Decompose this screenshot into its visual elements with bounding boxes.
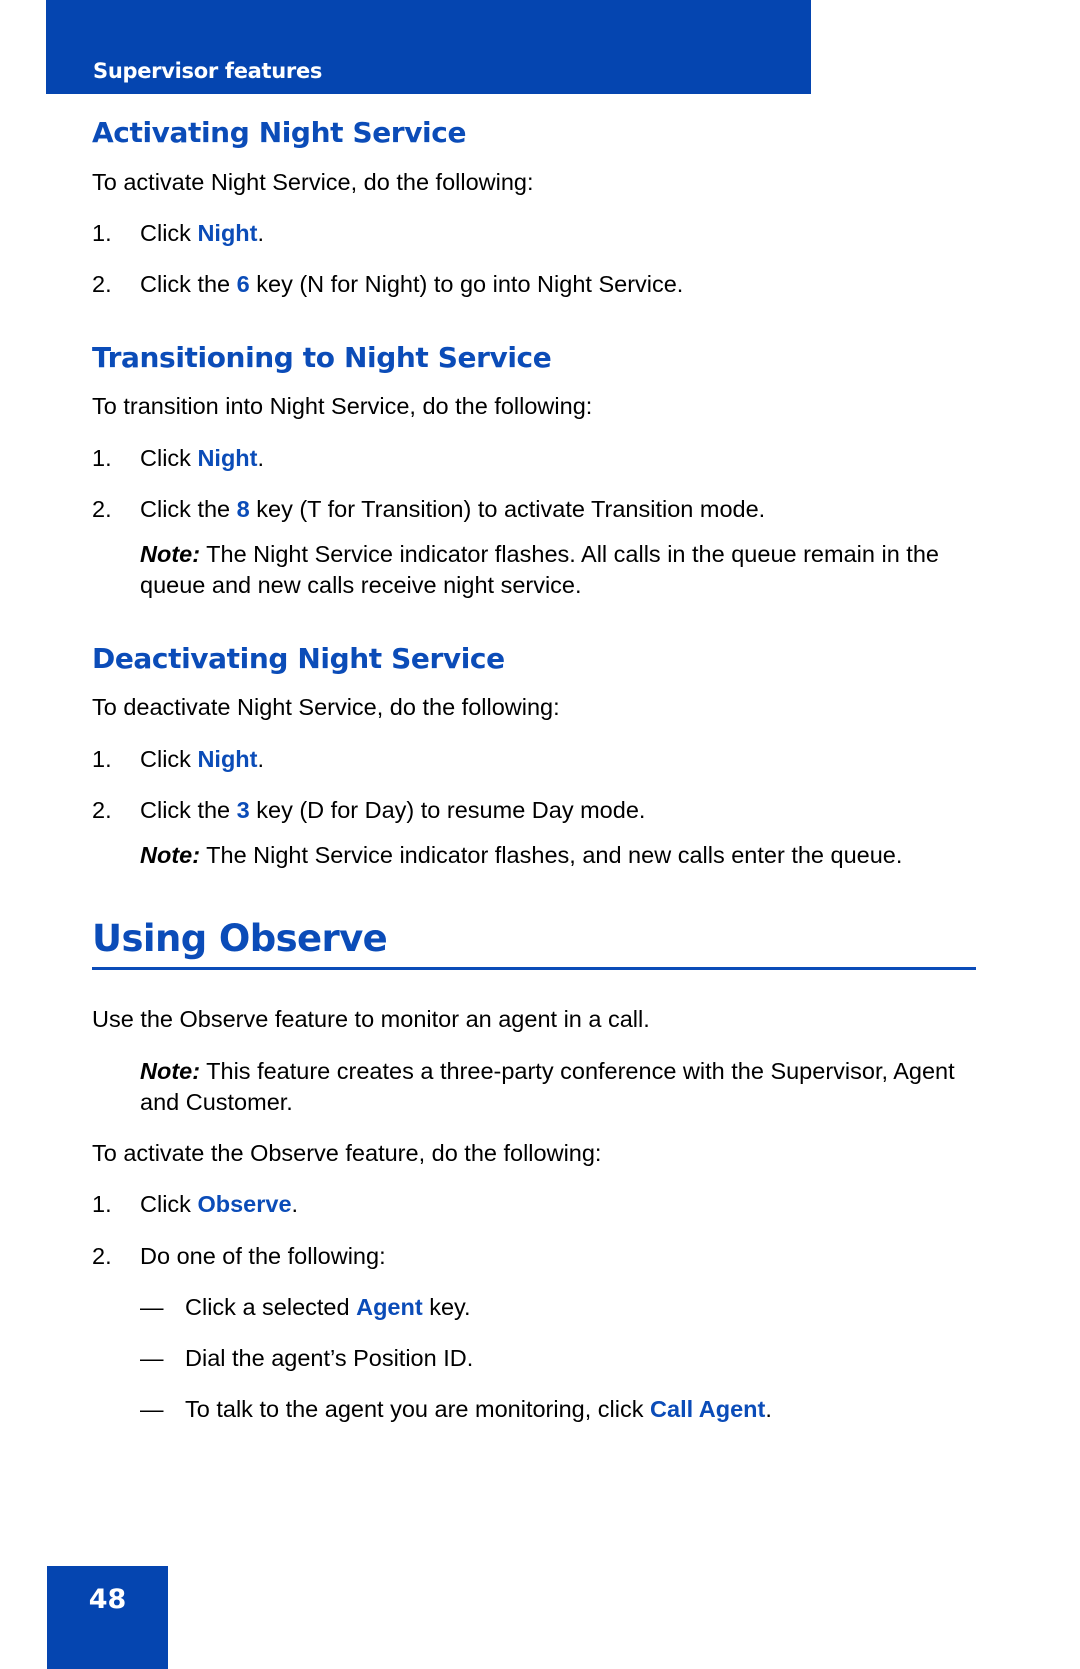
step-text-post: key (N for Night) to go into Night Servi…: [249, 271, 684, 298]
note-label: Note:: [140, 1057, 201, 1084]
list-item: 1. Click Night.: [92, 218, 976, 249]
step-text-pre: Click: [140, 444, 198, 471]
list-item: — To talk to the agent you are monitorin…: [140, 1394, 976, 1425]
step-number: 1.: [92, 1191, 112, 1218]
step-keyword: 3: [236, 796, 250, 823]
running-header-bar: Supervisor features: [46, 0, 811, 94]
step-text-pre: Click: [140, 220, 198, 247]
step-text-post: .: [257, 444, 265, 471]
bullet-keyword: Call Agent: [650, 1396, 766, 1423]
step-text-post: .: [291, 1191, 299, 1218]
step-text-pre: Click: [140, 745, 198, 772]
section-heading-transitioning-to-night-service: Transitioning to Night Service: [92, 340, 552, 374]
step-text: Click Observe.: [140, 1189, 976, 1220]
step-keyword: 6: [236, 271, 250, 298]
bullet-text-pre: To talk to the agent you are monitoring,…: [185, 1396, 651, 1423]
step-keyword: Night: [197, 745, 258, 772]
step-text-pre: Click the: [140, 796, 237, 823]
em-dash-bullet-icon: —: [140, 1396, 164, 1423]
section-heading-deactivating-night-service: Deactivating Night Service: [92, 641, 505, 675]
em-dash-bullet-icon: —: [140, 1293, 164, 1320]
chapter-heading-using-observe: Using Observe: [92, 917, 388, 961]
step-number: 1.: [92, 745, 112, 772]
bullet-text-post: .: [765, 1396, 772, 1423]
step-number: 1.: [92, 444, 112, 471]
note-block: Note: This feature creates a three-party…: [140, 1056, 976, 1119]
page-number-block: 48: [47, 1566, 168, 1669]
note-text: This feature creates a three-party confe…: [140, 1057, 955, 1115]
note-text: The Night Service indicator flashes. All…: [140, 541, 939, 599]
step-text: Do one of the following:: [140, 1241, 976, 1272]
step-text: Click Night.: [140, 218, 976, 249]
page-content: Activating Night Service To activate Nig…: [92, 116, 976, 1426]
bullet-text-pre: Click a selected: [185, 1293, 357, 1320]
note-block: Note: The Night Service indicator flashe…: [140, 840, 976, 871]
step-number: 1.: [92, 220, 112, 247]
step-text: Click the 6 key (N for Night) to go into…: [140, 269, 976, 300]
bullet-text: Dial the agent’s Position ID.: [185, 1343, 976, 1374]
list-item: 1. Click Observe.: [92, 1189, 976, 1220]
list-item: 2. Do one of the following:: [92, 1241, 976, 1272]
bullet-keyword: Agent: [356, 1293, 423, 1320]
step-text-post: key (T for Transition) to activate Trans…: [249, 495, 766, 522]
running-header-title: Supervisor features: [93, 59, 323, 83]
section-intro-activating: To activate Night Service, do the follow…: [92, 168, 534, 195]
list-item: 2. Click the 3 key (D for Day) to resume…: [92, 795, 976, 826]
step-text-pre: Click: [140, 1191, 198, 1218]
list-item: 2. Click the 8 key (T for Transition) to…: [92, 494, 976, 525]
bullet-text: To talk to the agent you are monitoring,…: [185, 1394, 976, 1425]
bullet-text-post: key.: [422, 1293, 471, 1320]
step-keyword: Night: [197, 220, 258, 247]
section-intro-transitioning: To transition into Night Service, do the…: [92, 393, 593, 420]
list-item: 2. Click the 6 key (N for Night) to go i…: [92, 269, 976, 300]
list-item: 1. Click Night.: [92, 744, 976, 775]
chapter-lead: To activate the Observe feature, do the …: [92, 1140, 602, 1167]
note-label: Note:: [140, 842, 201, 869]
step-text: Click Night.: [140, 443, 976, 474]
chapter-intro: Use the Observe feature to monitor an ag…: [92, 1006, 650, 1033]
step-text-pre: Click the: [140, 495, 237, 522]
step-number: 2.: [92, 796, 112, 823]
step-text-post: .: [257, 745, 265, 772]
bullet-text: Click a selected Agent key.: [185, 1292, 976, 1323]
step-number: 2.: [92, 271, 112, 298]
step-keyword: Night: [197, 444, 258, 471]
step-keyword: Observe: [197, 1191, 292, 1218]
step-number: 2.: [92, 495, 112, 522]
step-keyword: 8: [236, 495, 250, 522]
step-text: Click Night.: [140, 744, 976, 775]
note-label: Note:: [140, 541, 201, 568]
step-text-pre: Click the: [140, 271, 237, 298]
step-number: 2.: [92, 1242, 112, 1269]
em-dash-bullet-icon: —: [140, 1345, 164, 1372]
bullet-text-pre: Dial the agent’s Position ID.: [185, 1345, 474, 1372]
section-heading-activating-night-service: Activating Night Service: [92, 116, 467, 149]
step-text: Click the 3 key (D for Day) to resume Da…: [140, 795, 976, 826]
list-item: — Dial the agent’s Position ID.: [140, 1343, 976, 1374]
step-text-pre: Do one of the following:: [140, 1242, 386, 1269]
note-text: The Night Service indicator flashes, and…: [200, 842, 903, 869]
list-item: — Click a selected Agent key.: [140, 1292, 976, 1323]
section-intro-deactivating: To deactivate Night Service, do the foll…: [92, 694, 560, 721]
note-block: Note: The Night Service indicator flashe…: [140, 539, 976, 602]
step-text: Click the 8 key (T for Transition) to ac…: [140, 494, 976, 525]
step-text-post: key (D for Day) to resume Day mode.: [249, 796, 646, 823]
page-number: 48: [88, 1584, 127, 1615]
step-text-post: .: [257, 220, 265, 247]
list-item: 1. Click Night.: [92, 443, 976, 474]
